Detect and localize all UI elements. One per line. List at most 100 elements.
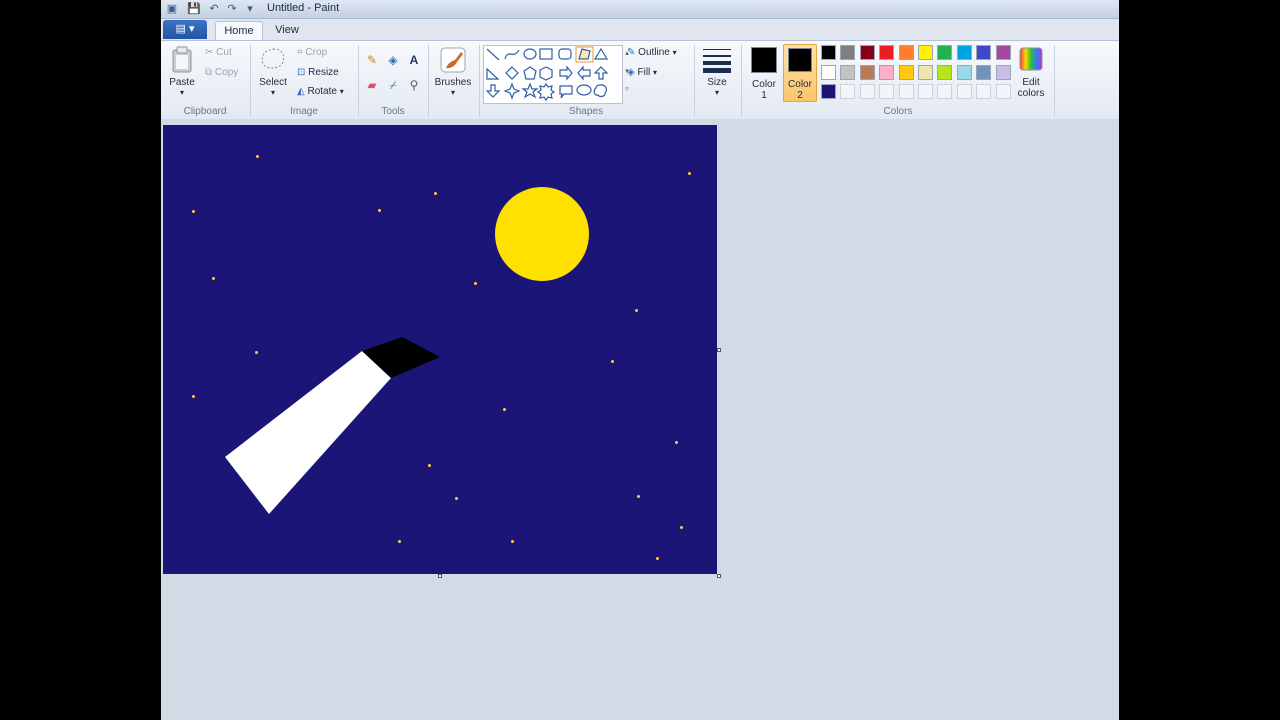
fill-label: Fill: [637, 67, 651, 79]
star-dot: [675, 441, 678, 444]
palette-swatch[interactable]: [995, 45, 1011, 60]
edit-colors-label-b: colors: [1017, 88, 1045, 99]
palette-swatch-empty[interactable]: [937, 84, 953, 99]
palette-swatch[interactable]: [859, 45, 875, 60]
save-icon[interactable]: 💾: [187, 2, 201, 16]
tab-view[interactable]: View: [267, 21, 307, 40]
text-tool-icon[interactable]: A: [405, 51, 423, 69]
select-label[interactable]: Select: [257, 77, 289, 88]
crop-button[interactable]: ⌗ Crop: [297, 47, 327, 58]
palette-swatch[interactable]: [898, 45, 914, 60]
palette-swatch[interactable]: [840, 45, 856, 60]
eraser-icon[interactable]: ▰: [363, 76, 381, 94]
redo-icon[interactable]: ↷: [225, 2, 239, 16]
palette-swatch-empty[interactable]: [859, 84, 875, 99]
color2-button[interactable]: Color 2: [783, 44, 817, 102]
rotate-label: Rotate: [307, 86, 337, 98]
select-icon[interactable]: [259, 46, 287, 74]
star-dot: [192, 210, 195, 213]
palette-swatch-empty[interactable]: [840, 84, 856, 99]
paint-window: ▣ 💾 ↶ ↷ ▾ Untitled - Paint ▤ ▾ Home View…: [161, 0, 1119, 720]
palette-swatch[interactable]: [840, 64, 856, 80]
palette-swatch[interactable]: [995, 64, 1011, 80]
divider: [479, 45, 480, 117]
fill-button[interactable]: ◈ Fill ▾: [627, 67, 657, 78]
palette-swatch[interactable]: [918, 64, 933, 80]
brushes-dropdown-icon[interactable]: ▾: [433, 88, 473, 97]
cut-button[interactable]: ✂ Cut: [205, 47, 232, 58]
size-label[interactable]: Size: [701, 77, 733, 88]
palette-swatch-empty[interactable]: [898, 84, 914, 99]
palette-swatch[interactable]: [937, 64, 953, 80]
telescope-body: [225, 351, 391, 514]
moon-shape: [495, 187, 589, 281]
color-wheel-icon: [1019, 47, 1043, 71]
size-lines-icon[interactable]: [702, 46, 732, 74]
palette-swatch[interactable]: [879, 64, 895, 80]
file-menu-button[interactable]: ▤ ▾: [163, 20, 207, 39]
star-dot: [398, 540, 401, 543]
canvas-resize-handle-bottom[interactable]: [438, 574, 442, 578]
star-dot: [637, 495, 640, 498]
color2-number: 2: [797, 90, 803, 101]
outline-button[interactable]: ✎ Outline ▾: [627, 47, 677, 58]
palette-swatch-empty[interactable]: [918, 84, 933, 99]
size-dropdown-icon[interactable]: ▾: [701, 88, 733, 97]
paint-app-icon[interactable]: ▣: [165, 2, 179, 16]
undo-icon[interactable]: ↶: [207, 2, 221, 16]
color1-button[interactable]: Color 1: [747, 44, 781, 102]
magnifier-icon[interactable]: ⚲: [405, 76, 423, 94]
palette-swatch[interactable]: [821, 64, 836, 80]
customize-quick-access-icon[interactable]: ▾: [243, 2, 257, 16]
star-dot: [455, 497, 458, 500]
palette-swatch[interactable]: [956, 64, 972, 80]
resize-label: Resize: [308, 67, 339, 79]
palette-swatch-empty[interactable]: [879, 84, 895, 99]
paste-label[interactable]: Paste: [167, 77, 197, 88]
copy-button[interactable]: ⧉ Copy: [205, 67, 238, 78]
resize-icon: ⊡: [297, 67, 306, 78]
edit-colors-button[interactable]: Edit colors: [1013, 46, 1049, 104]
palette-swatch[interactable]: [898, 64, 914, 80]
palette-swatch[interactable]: [821, 84, 836, 99]
crop-label: Crop: [305, 47, 328, 59]
palette-swatch[interactable]: [859, 64, 875, 80]
ribbon: Paste ▾ ✂ Cut ⧉ Copy Clipboard Select ▾ …: [161, 40, 1119, 120]
palette-swatch[interactable]: [918, 45, 933, 60]
palette-swatch-empty[interactable]: [995, 84, 1011, 99]
resize-button[interactable]: ⊡ Resize: [297, 67, 339, 78]
rotate-button[interactable]: ◭ Rotate ▾: [297, 86, 344, 97]
palette-swatch[interactable]: [976, 64, 992, 80]
color1-number: 1: [761, 90, 767, 101]
palette-swatch-empty[interactable]: [956, 84, 972, 99]
star-dot: [192, 395, 195, 398]
star-dot: [656, 557, 659, 560]
color-picker-icon[interactable]: ⌿: [384, 76, 402, 94]
star-dot: [611, 360, 614, 363]
window-title: Untitled - Paint: [267, 2, 340, 14]
star-dot: [428, 464, 431, 467]
tab-home[interactable]: Home: [215, 21, 263, 41]
palette-swatch[interactable]: [879, 45, 895, 60]
divider: [1054, 45, 1055, 117]
pencil-icon[interactable]: ✎: [363, 51, 381, 69]
canvas-resize-handle-right[interactable]: [717, 348, 721, 352]
palette-swatch[interactable]: [937, 45, 953, 60]
tools-group-label: Tools: [381, 106, 405, 117]
select-dropdown-icon[interactable]: ▾: [257, 88, 289, 97]
divider: [694, 45, 695, 117]
brushes-label[interactable]: Brushes: [433, 77, 473, 88]
star-dot: [212, 277, 215, 280]
fill-bucket-icon[interactable]: ◈: [384, 51, 402, 69]
brush-icon[interactable]: [439, 46, 467, 74]
divider: [741, 45, 742, 117]
palette-swatch-empty[interactable]: [976, 84, 992, 99]
palette-swatch[interactable]: [821, 45, 836, 60]
drawing-canvas[interactable]: [163, 125, 717, 574]
paste-dropdown-icon[interactable]: ▾: [167, 88, 197, 97]
palette-swatch[interactable]: [956, 45, 972, 60]
paste-icon[interactable]: [171, 46, 193, 74]
star-dot: [256, 155, 259, 158]
palette-swatch[interactable]: [976, 45, 992, 60]
canvas-resize-handle-corner[interactable]: [717, 574, 721, 578]
